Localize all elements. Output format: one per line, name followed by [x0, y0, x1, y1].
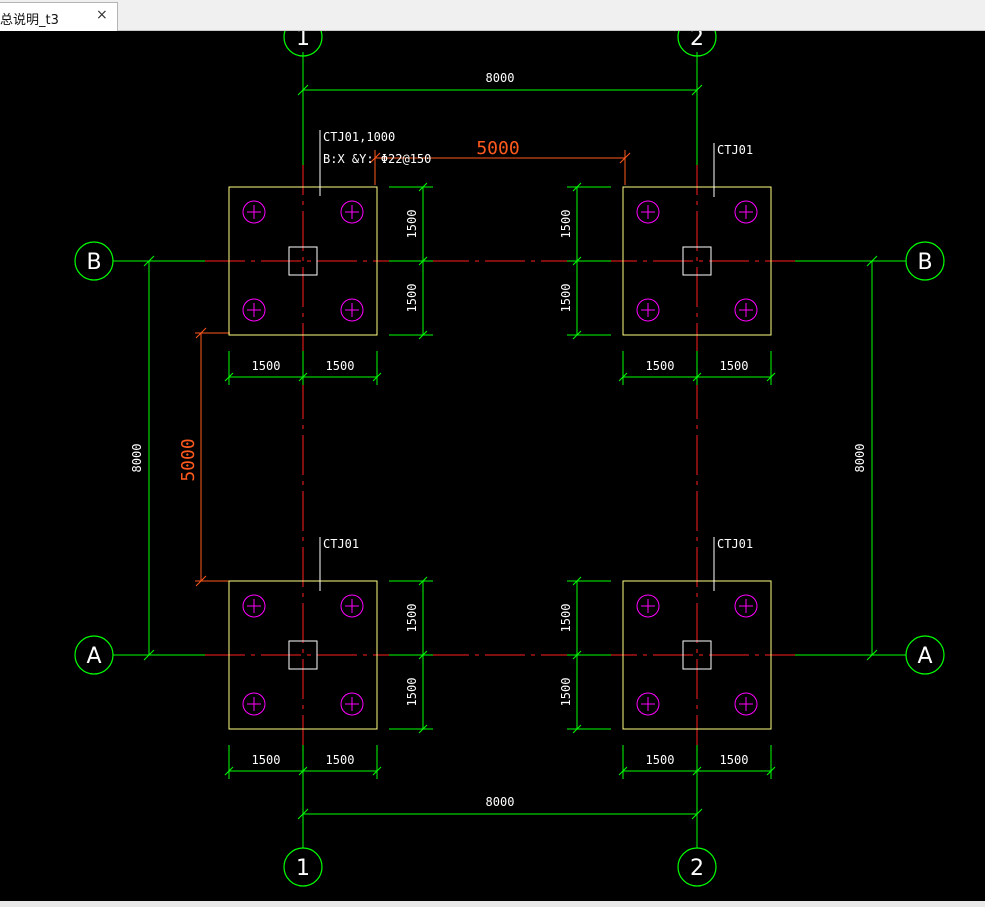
footing-b1-reinforcement: B:X &Y: Φ22@150 — [323, 152, 431, 166]
grid-label-2-top: 2 — [690, 31, 704, 51]
footing-width-label-left: 1500 — [252, 359, 281, 373]
grid-label-a-left: A — [86, 644, 101, 669]
dim-label-top: 8000 — [486, 71, 515, 85]
bottom-status-strip — [0, 901, 985, 907]
document-tab-title[interactable]: 总说明_t3 — [0, 9, 59, 28]
dim-label-right: 8000 — [853, 444, 867, 473]
footing-tag: CTJ01 — [717, 537, 753, 551]
dim-label-bottom: 8000 — [486, 795, 515, 809]
footing-height-label-bottom: 1500 — [405, 678, 419, 707]
footing-height-label-top: 1500 — [559, 210, 573, 239]
grid-label-1-bottom: 1 — [296, 856, 310, 881]
document-tab-bar: 总说明_t3 × — [0, 0, 985, 31]
footing-height-label-top: 1500 — [405, 210, 419, 239]
document-tab[interactable]: 总说明_t3 × — [0, 2, 118, 31]
footing-tag: CTJ01 — [717, 143, 753, 157]
offset-label-vertical: 5000 — [178, 438, 199, 481]
dim-label-left: 8000 — [130, 444, 144, 473]
footing-width-label-left: 1500 — [252, 753, 281, 767]
footing-width-label-left: 1500 — [646, 359, 675, 373]
footing-width-label-right: 1500 — [326, 753, 355, 767]
canvas-background — [0, 31, 985, 901]
footing-height-label-bottom: 1500 — [559, 284, 573, 313]
grid-label-b-right: B — [917, 250, 932, 275]
footing-height-label-bottom: 1500 — [559, 678, 573, 707]
offset-label-horizontal: 5000 — [476, 138, 519, 159]
drawing-canvas[interactable]: 8000 8000 8000 8000 5000 5000 1500 1500 15… — [0, 31, 985, 901]
grid-label-a-right: A — [917, 644, 932, 669]
close-icon[interactable]: × — [96, 7, 108, 23]
footing-width-label-right: 1500 — [720, 753, 749, 767]
footing-width-label-right: 1500 — [720, 359, 749, 373]
footing-tag: CTJ01 — [323, 537, 359, 551]
grid-label-1-top: 1 — [296, 31, 310, 51]
footing-height-label-top: 1500 — [405, 604, 419, 633]
footing-width-label-left: 1500 — [646, 753, 675, 767]
footing-height-label-top: 1500 — [559, 604, 573, 633]
footing-height-label-bottom: 1500 — [405, 284, 419, 313]
footing-b1-tag: CTJ01,1000 — [323, 130, 395, 144]
grid-label-b-left: B — [86, 250, 101, 275]
footing-width-label-right: 1500 — [326, 359, 355, 373]
grid-label-2-bottom: 2 — [690, 856, 704, 881]
